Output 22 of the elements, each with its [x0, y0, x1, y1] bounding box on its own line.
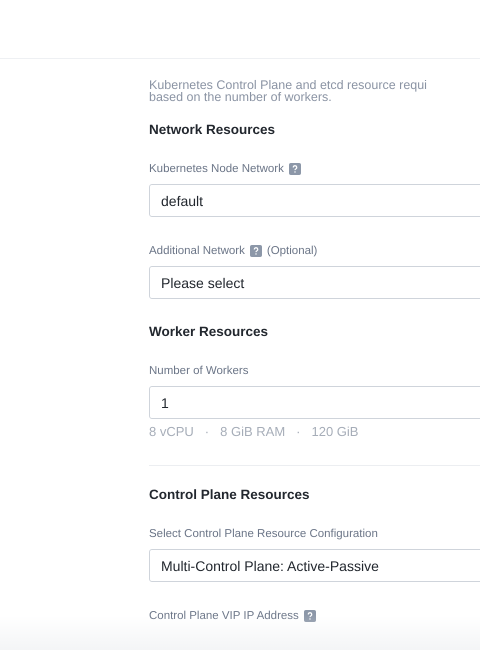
resource-hint: 8 GiB RAM [220, 424, 286, 439]
description-text: Kubernetes Control Plane and etcd resource requi based on the number of workers. [149, 79, 428, 103]
field-label: Kubernetes Node Network [149, 163, 284, 175]
field-label: Select Control Plane Resource Configuration [149, 528, 378, 540]
field-label: Control Plane VIP IP Address [149, 610, 299, 622]
help-icon[interactable] [288, 163, 301, 175]
field-label: Number of Workers [149, 365, 248, 377]
section-title: Network Resources [149, 122, 276, 137]
input-field[interactable]: default [149, 184, 480, 217]
separator-dot: · [296, 424, 300, 439]
section-title: Control Plane Resources [149, 487, 310, 502]
resource-hint: 120 GiB [312, 424, 358, 439]
help-icon[interactable] [250, 245, 262, 257]
input-field[interactable]: Multi-Control Plane: Active-Passive [149, 549, 480, 582]
input-field[interactable]: 1 [149, 386, 480, 419]
field-label: Additional Network [149, 245, 245, 257]
separator-dot: · [204, 424, 210, 439]
section-title: Worker Resources [149, 324, 268, 339]
help-icon[interactable] [304, 610, 316, 622]
input-field[interactable]: Please select [149, 266, 480, 299]
optional-label: (Optional) [266, 245, 318, 257]
resource-hint: 8 vCPU [149, 424, 194, 439]
